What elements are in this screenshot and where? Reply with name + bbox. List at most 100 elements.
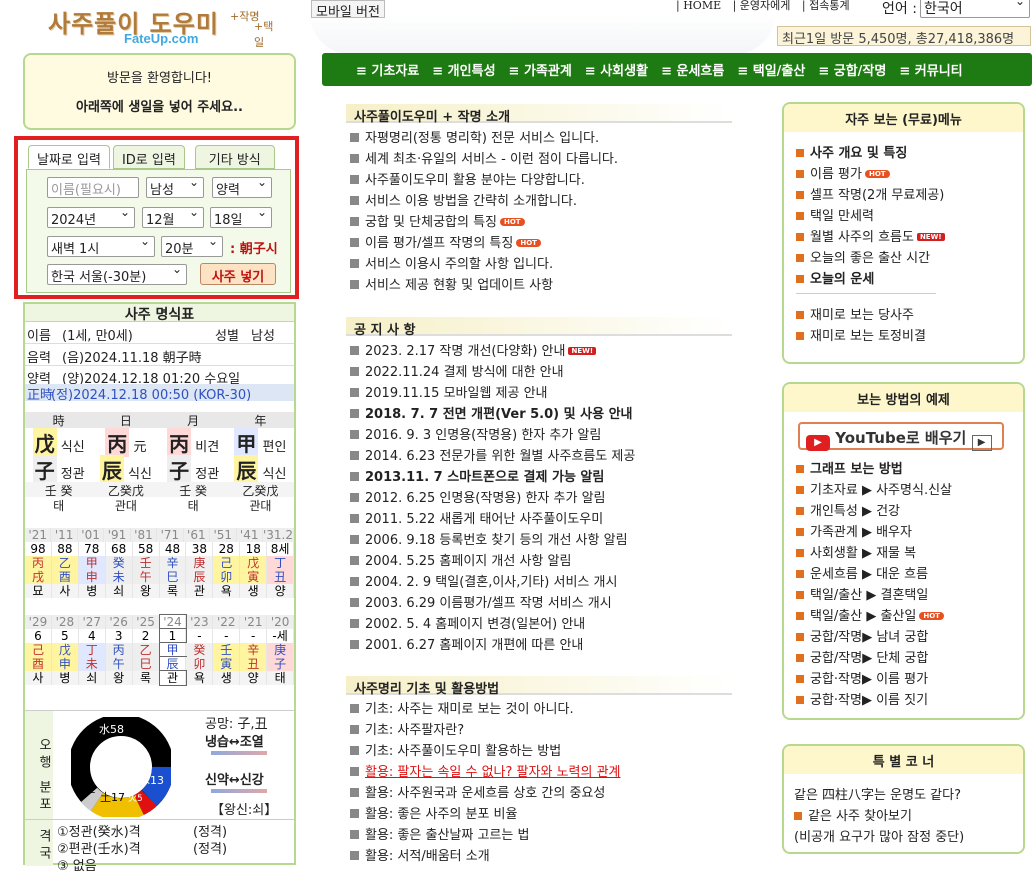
basics-item[interactable]: 활용: 좋은 사주의 분포 비율 xyxy=(350,803,730,824)
hour-value: 새벽 1시 xyxy=(51,242,100,257)
howto-item[interactable]: 택일/출산 ▶ 결혼택일 xyxy=(796,584,1023,605)
free-menu-item[interactable]: 셀프 작명(2개 무료제공) xyxy=(796,184,1023,205)
notice-item[interactable]: 2018. 7. 7 전면 개편(Ver 5.0) 및 사용 안내 xyxy=(350,403,730,424)
seun-cell: 酉 xyxy=(25,657,52,671)
basics-item[interactable]: 기초: 사주는 재미로 보는 것이 아니다. xyxy=(350,698,730,719)
notice-item[interactable]: 2003. 6.29 이름평가/셀프 작명 서비스 개시 xyxy=(350,592,730,613)
gender-select[interactable]: 남성 xyxy=(146,175,204,198)
submit-saju-button[interactable]: 사주 넣기 xyxy=(200,263,276,285)
free-menu-item[interactable]: 월별 사주의 흐름도 xyxy=(796,226,914,247)
year-select[interactable]: 2024년 xyxy=(47,205,135,228)
basics-item[interactable]: 활용: 팔자는 속일 수 없나? 팔자와 노력의 관계 xyxy=(350,761,730,782)
basics-item[interactable]: 기초: 사주팔자란? xyxy=(350,719,730,740)
lunar-value: (음)2024.11.18 朝子時 xyxy=(62,351,202,366)
hot-badge: HOT xyxy=(864,170,890,178)
fun-menu-item[interactable]: 재미로 보는 당사주 xyxy=(796,304,1023,325)
fun-menu-item[interactable]: 재미로 보는 토정비결 xyxy=(796,325,1023,346)
basics-item[interactable]: 활용: 사주원국과 운세흐름 상호 간의 중요성 xyxy=(350,782,730,803)
mobile-version-button[interactable]: 모바일 버전 xyxy=(311,0,385,20)
howto-title: 보는 방법의 예제 xyxy=(784,384,1023,412)
nav-personal[interactable]: ≡ 개인특성 xyxy=(432,60,495,79)
site-logo[interactable]: 사주풀이 도우미 +작명 +택일 FateUp.com xyxy=(22,0,282,49)
home-link[interactable]: | HOME xyxy=(676,0,721,12)
nav-basics[interactable]: ≡ 기초자료 xyxy=(356,60,419,79)
free-menu-item[interactable]: 오늘의 운세 xyxy=(796,268,1023,289)
intro-item[interactable]: 자평명리(정통 명리학) 전문 서비스 입니다. xyxy=(350,127,730,148)
seun-row: 6 5 4 3 2 1- - - -세 xyxy=(25,628,295,644)
notice-item[interactable]: 2004. 5.25 홈페이지 개선 사항 알림 xyxy=(350,550,730,571)
month-select[interactable]: 12월 xyxy=(142,205,204,228)
nav-community[interactable]: ≡ 커뮤니티 xyxy=(899,60,962,79)
seun-cell: 병 xyxy=(52,671,79,685)
notice-item[interactable]: 2002. 5. 4 홈페이지 변경(일본어) 안내 xyxy=(350,613,730,634)
intro-item[interactable]: 서비스 이용시 주의할 사항 입니다. xyxy=(350,253,730,274)
special-link[interactable]: 같은 사주 찾아보기 xyxy=(794,805,1023,826)
howto-item[interactable]: 개인특성 ▶ 건강 xyxy=(796,500,1023,521)
nav-match[interactable]: ≡ 궁합/작명 xyxy=(818,60,886,79)
pillar-head: 年 xyxy=(254,414,267,428)
howto-item[interactable]: 그래프 보는 방법 xyxy=(796,458,1023,479)
howto-item[interactable]: 궁합/작명▶ 남녀 궁합 xyxy=(796,626,1023,647)
nav-date[interactable]: ≡ 택일/출산 xyxy=(737,60,805,79)
basics-item[interactable]: 활용: 서적/배움터 소개 xyxy=(350,845,730,866)
howto-item[interactable]: 사회생활 ▶ 재물 복 xyxy=(796,542,1023,563)
free-menu-item[interactable]: 오늘의 좋은 출산 시간 xyxy=(796,247,1023,268)
howto-item[interactable]: 기초자료 ▶ 사주명식.신살 xyxy=(796,479,1023,500)
free-menu-title: 자주 보는 (무료)메뉴 xyxy=(784,104,1023,132)
stem-cell: 丙 元 xyxy=(92,428,159,457)
intro-item[interactable]: 사주풀이도우미 활용 분야는 다양합니다. xyxy=(350,169,730,190)
nav-fortune[interactable]: ≡ 운세흐름 xyxy=(661,60,724,79)
notice-item[interactable]: 2006. 9.18 등록번호 찾기 등의 개선 사항 알림 xyxy=(350,529,730,550)
tab-other-input[interactable]: 기타 방식 xyxy=(194,145,275,169)
main-nav: ≡ 기초자료 ≡ 개인특성 ≡ 가족관계 ≡ 사회생활 ≡ 운세흐름 ≡ 택일/… xyxy=(322,53,1032,86)
howto-item[interactable]: 가족관계 ▶ 배우자 xyxy=(796,521,1023,542)
notice-item[interactable]: 2004. 2. 9 택일(결혼,이사,기타) 서비스 개시 xyxy=(350,571,730,592)
intro-item[interactable]: 이름 평가/셀프 작명의 특징 xyxy=(350,232,513,253)
notice-item[interactable]: 2001. 6.27 홈페이지 개편에 따른 안내 xyxy=(350,634,730,655)
seun-cell: 태 xyxy=(267,671,295,685)
tab-date-input[interactable]: 날짜로 입력 xyxy=(28,145,110,169)
name-input[interactable]: 이름(필요시) xyxy=(47,177,139,198)
location-select[interactable]: 한국 서울(-30분) xyxy=(47,262,187,285)
nav-social[interactable]: ≡ 사회생활 xyxy=(585,60,648,79)
language-select[interactable]: 한국어 xyxy=(920,0,1030,18)
notice-item[interactable]: 2016. 9. 3 인명용(작명용) 한자 추가 알림 xyxy=(350,424,730,445)
free-menu-item[interactable]: 이름 평가 xyxy=(796,163,862,184)
basics-list: 기초: 사주는 재미로 보는 것이 아니다. 기초: 사주팔자란? 기초: 사주풀이… xyxy=(350,698,730,866)
basics-item[interactable]: 기초: 사주풀이도우미 활용하는 방법 xyxy=(350,740,730,761)
intro-item[interactable]: 궁합 및 단체궁합의 특징 xyxy=(350,211,497,232)
saju-chart: 사주 명식표 이름 (1세, 만0세) 성별 남성 음력 (음)2024.11.… xyxy=(23,302,296,874)
notice-item[interactable]: 2011. 5.22 새롭게 태어난 사주풀이도우미 xyxy=(350,508,730,529)
howto-item[interactable]: 택일/출산 ▶ 출산일 xyxy=(796,605,916,626)
pie-label-wood: 木13 xyxy=(139,774,164,787)
notice-item[interactable]: 2023. 2.17 작명 개선(다양화) 안내 xyxy=(350,340,565,361)
free-menu-item[interactable]: 택일 만세력 xyxy=(796,205,1023,226)
howto-item[interactable]: 궁합/작명▶ 단체 궁합 xyxy=(796,647,1023,668)
howto-item[interactable]: 운세흐름 ▶ 대운 흐름 xyxy=(796,563,1023,584)
howto-item[interactable]: 궁합·작명▶ 이름 짓기 xyxy=(796,689,1023,710)
nav-family[interactable]: ≡ 가족관계 xyxy=(509,60,572,79)
seun-row: '29'28'27'26'25'24'23'22'21'20년 xyxy=(25,614,295,643)
notice-item[interactable]: 2014. 6.23 전문가를 위한 월별 사주흐름도 제공 xyxy=(350,445,730,466)
tab-id-input[interactable]: ID로 입력 xyxy=(112,145,185,169)
intro-item[interactable]: 서비스 제공 현황 및 업데이트 사항 xyxy=(350,274,730,295)
intro-item[interactable]: 서비스 이용 방법을 간략히 소개합니다. xyxy=(350,190,730,211)
youtube-button[interactable]: ▶ YouTube로 배우기 ▶ xyxy=(798,422,1004,451)
stem-char: 戊 xyxy=(32,428,57,457)
stats-link[interactable]: | 접속통계 xyxy=(802,0,850,12)
notice-item[interactable]: 2019.11.15 모바일웹 제공 안내 xyxy=(350,382,730,403)
day-select[interactable]: 18일 xyxy=(210,205,272,228)
seun-cell: 寅 xyxy=(213,657,241,671)
notice-item[interactable]: 2013.11. 7 스마트폰으로 결제 가능 알림 xyxy=(350,466,730,487)
notice-item[interactable]: 2012. 6.25 인명용(작명용) 한자 추가 알림 xyxy=(350,487,730,508)
calendar-select[interactable]: 양력 xyxy=(212,175,272,198)
howto-item[interactable]: 궁합·작명▶ 이름 평가 xyxy=(796,668,1023,689)
free-menu-item[interactable]: 사주 개요 및 특징 xyxy=(796,142,1023,163)
ohaeng-pie: 水58 木13 土17 火5 金2 xyxy=(71,717,171,817)
minute-select[interactable]: 20분 xyxy=(161,234,223,257)
hour-select[interactable]: 새벽 1시 xyxy=(47,234,155,257)
contact-admin-link[interactable]: | 운영자에게 xyxy=(733,0,791,12)
intro-item[interactable]: 세계 최초·유일의 서비스 - 이런 점이 다릅니다. xyxy=(350,148,730,169)
notice-item[interactable]: 2022.11.24 결제 방식에 대한 안내 xyxy=(350,361,730,382)
basics-item[interactable]: 활용: 좋은 출산날짜 고르는 법 xyxy=(350,824,730,845)
